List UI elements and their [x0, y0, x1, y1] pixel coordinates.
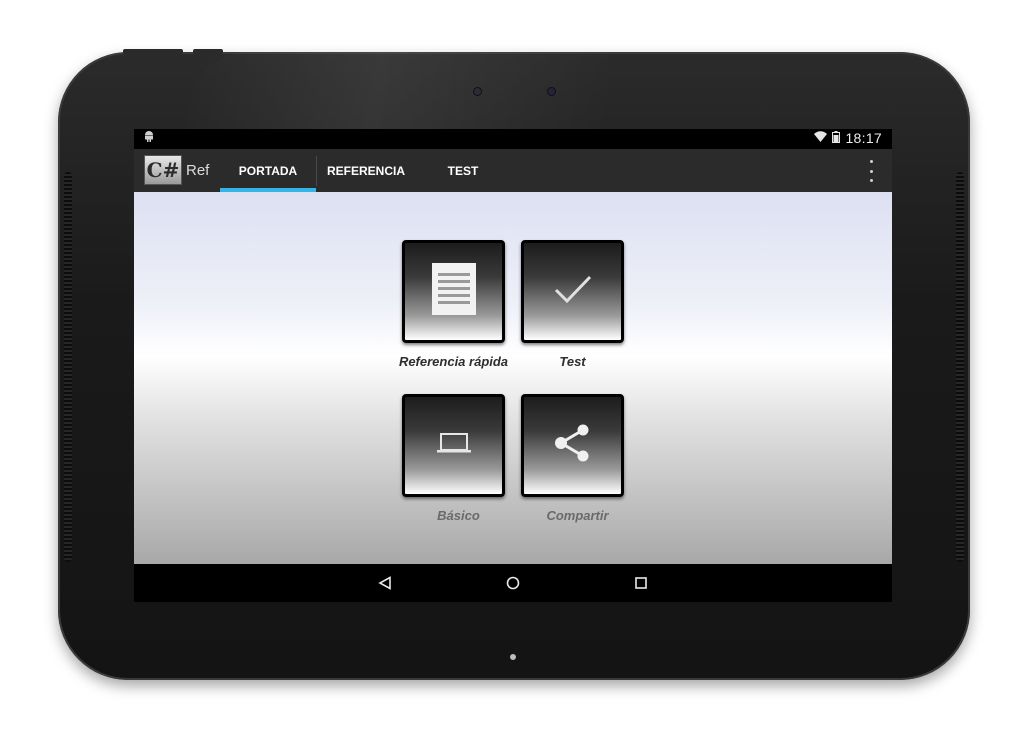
battery-icon: [832, 130, 841, 146]
back-icon[interactable]: [374, 572, 396, 594]
sensor-dot: [474, 88, 481, 95]
tab-portada[interactable]: PORTADA: [220, 149, 316, 192]
front-camera: [548, 88, 555, 95]
tile-compartir[interactable]: [521, 394, 624, 497]
screen: 18:17 C# Ref PORTADA REFERENCIA TEST Ref…: [134, 129, 892, 602]
recents-icon[interactable]: [630, 572, 652, 594]
status-bar: 18:17: [134, 129, 892, 149]
tab-strip: PORTADA REFERENCIA TEST: [220, 149, 511, 192]
app-title: Ref: [186, 162, 210, 179]
tab-referencia[interactable]: REFERENCIA: [317, 149, 415, 192]
power-button: [193, 49, 223, 54]
tile-label-referencia-rapida: Referencia rápida: [398, 354, 509, 369]
tile-label-compartir: Compartir: [546, 508, 609, 523]
home-icon[interactable]: [502, 572, 524, 594]
document-icon: [431, 263, 476, 320]
tile-basico[interactable]: [402, 394, 505, 497]
speaker-grille-right: [956, 172, 964, 562]
android-notification-icon: [144, 131, 154, 145]
main-content: Referencia rápida Test Básico Compartir: [134, 192, 892, 564]
speaker-grille-left: [64, 172, 72, 562]
tile-test[interactable]: [521, 240, 624, 343]
status-indicators: 18:17: [814, 130, 882, 146]
checkmark-icon: [553, 273, 593, 310]
laptop-icon: [436, 431, 472, 460]
notification-led: [510, 654, 516, 660]
app-logo[interactable]: C#: [144, 155, 182, 185]
action-bar: C# Ref PORTADA REFERENCIA TEST: [134, 149, 892, 193]
status-clock: 18:17: [845, 130, 882, 146]
device-shine: [188, 52, 608, 137]
tile-label-test: Test: [559, 354, 586, 369]
volume-button: [123, 49, 183, 54]
tile-referencia-rapida[interactable]: [402, 240, 505, 343]
tab-test[interactable]: TEST: [415, 149, 511, 192]
navigation-bar: [134, 564, 892, 602]
wifi-icon: [814, 131, 828, 145]
overflow-menu-icon[interactable]: [864, 160, 878, 182]
share-icon: [553, 423, 593, 468]
tile-label-basico: Básico: [437, 508, 480, 523]
